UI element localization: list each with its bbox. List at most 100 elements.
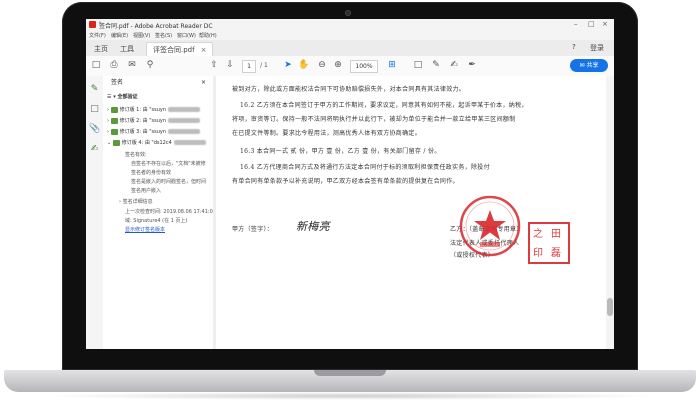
verify-all-label: 全部验证 (117, 94, 138, 100)
seal-char: 之 (533, 229, 543, 240)
camera (345, 10, 351, 16)
mail-icon[interactable]: ✉ (126, 59, 138, 72)
signature-label: 修订版 3: 由 "ssuyn (119, 129, 167, 135)
panel-close-icon[interactable]: × (201, 76, 206, 90)
menu-help[interactable]: 帮助(H) (199, 32, 217, 39)
save-icon[interactable]: □ (90, 59, 102, 72)
doc-line: 将项，审资等订。保持一般不法同将明执行并以此行下，被却为单位于能合并一款立给甲某… (232, 116, 516, 123)
doc-line: 16.4 乙方代理商合同方式及将通行方法定本合同付于标的须取利担保责任政实务，除… (240, 164, 490, 171)
page-number-input[interactable]: 1 (242, 60, 256, 73)
detail-last-checked: 上一次检查时间: 2019.08.06 17:41:0 (125, 209, 213, 215)
document-area: 被到对方，除此或方面能权法合同下可协助赔偿损失外，对本合同具有其法律效力。 16… (216, 76, 606, 349)
signature-label: 修订版 4: 由 "ds12c4 (121, 140, 172, 146)
select-icon[interactable]: ➤ (282, 59, 294, 72)
panel-header: 签名 × (103, 76, 213, 90)
detail-field: 域: Signature4 (在 1 页上) (125, 218, 188, 224)
laptop-base (4, 370, 696, 392)
menu-view[interactable]: 视图(V) (133, 32, 150, 39)
company-seal-icon (459, 195, 521, 257)
seal-char: 田 (551, 229, 561, 240)
panel-title: 签名 (111, 79, 124, 86)
page-thumbnails-icon[interactable]: □ (89, 104, 100, 115)
scrollbar-thumb[interactable] (607, 298, 613, 316)
party-a-signature: 新梅亮 (296, 220, 330, 233)
tab-close-icon[interactable]: × (201, 46, 207, 54)
left-rail: ✎ □ 📎 ✍ (86, 76, 104, 349)
menu-bar: 文件(F) 编辑(E) 视图(V) 签名(S) 窗口(W) 帮助(H) (86, 31, 614, 40)
menu-edit[interactable]: 编辑(E) (111, 32, 128, 39)
tab-bar: 主页 工具 评签合同.pdf × ? 登录 (86, 40, 614, 57)
valid-signature-icon (110, 117, 118, 124)
window-title: ࠬ签合同.pdf - Adobe Acrobat Reader DC (99, 23, 213, 30)
signature-item[interactable]: › 修订版 3: 由 "ssuyn (107, 128, 201, 137)
maximize-icon[interactable]: □ (588, 20, 595, 28)
signature-label: 修订版 2: 由 "ssuyn (119, 118, 167, 124)
minimize-icon[interactable]: – (574, 20, 578, 28)
pen-icon[interactable]: ✍ (89, 144, 100, 155)
detail-info-label: 签名详细信息 (122, 199, 153, 205)
share-label: 共享 (586, 62, 599, 69)
personal-seal-icon: 之 印 田 磊 (528, 222, 570, 264)
menu-window[interactable]: 窗口(W) (177, 32, 196, 39)
down-icon[interactable]: ⇩ (224, 59, 236, 72)
zoom-in-icon[interactable]: ⊕ (332, 59, 344, 72)
close-icon[interactable]: × (602, 20, 608, 28)
signature-panel-icon[interactable]: ✎ (89, 84, 100, 95)
pdf-page: 被到对方，除此或方面能权法合同下可协助赔偿损失外，对本合同具有其法律效力。 16… (226, 76, 596, 349)
hand-icon[interactable]: ✋ (298, 59, 310, 72)
sign-icon[interactable]: ✒ (466, 59, 478, 72)
valid-signature-icon (110, 128, 118, 135)
highlight-icon[interactable]: ✎ (430, 59, 442, 72)
attachment-icon[interactable]: 📎 (89, 124, 100, 135)
detail-timestamp: 签名是嵌入的时间戳签名，但时间 (131, 179, 207, 185)
detail-unmodified: 自签名不存在以后，"文档"未被修 (131, 161, 206, 167)
up-icon[interactable]: ⇧ (208, 59, 220, 72)
acrobat-logo-icon (89, 21, 96, 28)
tab-home[interactable]: 主页 (88, 42, 114, 56)
page-total: / 1 (260, 62, 268, 69)
zoom-out-icon[interactable]: ⊖ (316, 59, 328, 72)
tab-document[interactable]: 评签合同.pdf × (146, 42, 214, 57)
signature-item[interactable]: › 修订版 2: 由 "ssuyn (107, 117, 201, 126)
party-a-label: 甲方（签字）： (232, 226, 274, 233)
document-scrollbar[interactable] (606, 76, 614, 349)
redacted-text (173, 140, 206, 145)
search-icon[interactable]: ⚲ (144, 59, 156, 72)
laptop-notch (314, 370, 386, 376)
acrobat-window: ࠬ签合同.pdf - Adobe Acrobat Reader DC – □ ×… (86, 19, 614, 349)
seal-char: 印 (533, 248, 543, 259)
fit-icon[interactable]: ⊞ (386, 59, 398, 72)
comment-icon[interactable]: □ (412, 59, 424, 72)
signature-label: 修订版 1: 由 "ssuyn (119, 107, 167, 113)
doc-line: 被到对方，除此或方面能权法合同下可协助赔偿损失外，对本合同具有其法律效力。 (232, 86, 466, 93)
signature-details-toggle[interactable]: › 签名详细信息 (119, 198, 153, 206)
menu-sign[interactable]: 签名(S) (155, 32, 172, 39)
menu-file[interactable]: 文件(F) (89, 32, 106, 39)
redacted-text (168, 129, 201, 134)
draw-icon[interactable]: ✍ (448, 59, 460, 72)
seal-char: 磊 (551, 248, 561, 259)
show-signed-version-link[interactable]: 显示修订签名版本 (125, 226, 165, 234)
laptop-shadow (40, 392, 660, 400)
toolbar: □ ⎙ ✉ ⚲ ⇧ ⇩ 1 / 1 ➤ ✋ ⊖ ⊕ 100% ⊞ □ ✎ ✍ ✒… (86, 56, 614, 77)
doc-line: 在已提文件等制。要求比今程用法，测高优秀人体有双方协商确定。 (232, 130, 422, 137)
zoom-select[interactable]: 100% (350, 60, 378, 73)
valid-signature-icon (112, 139, 120, 146)
redacted-text (168, 107, 201, 112)
detail-valid: 签名有效: (125, 152, 147, 158)
login-link[interactable]: 登录 (590, 43, 604, 53)
verify-all-button[interactable]: ☰ ▾ 全部验证 (107, 93, 138, 102)
tab-document-label: 评签合同.pdf (153, 46, 195, 54)
doc-line: 有单合同有单条款予以补充说明，甲乙双方经本会签有单条款的提供复在合同作。 (232, 178, 459, 185)
help-icon[interactable]: ? (572, 43, 576, 51)
signature-item-expanded[interactable]: ⌄ 修订版 4: 由 "ds12c4 (107, 139, 206, 148)
redacted-text (168, 118, 201, 123)
tab-tools[interactable]: 工具 (114, 42, 140, 56)
valid-signature-icon (110, 106, 118, 113)
signature-item[interactable]: › 修订版 1: 由 "ssuyn (107, 106, 201, 115)
share-button[interactable]: ✉ 共享 (570, 59, 608, 72)
signature-panel: 签名 × ☰ ▾ 全部验证 › 修订版 1: 由 "ssuyn › 修订版 2:… (103, 76, 214, 349)
print-icon[interactable]: ⎙ (108, 59, 120, 72)
laptop-frame: ࠬ签合同.pdf - Adobe Acrobat Reader DC – □ ×… (0, 0, 700, 403)
doc-line: 16.3 本合同一式 贰 份，甲方 壹 份，乙方 壹 份，有关部门留存 / 份。 (240, 148, 441, 155)
